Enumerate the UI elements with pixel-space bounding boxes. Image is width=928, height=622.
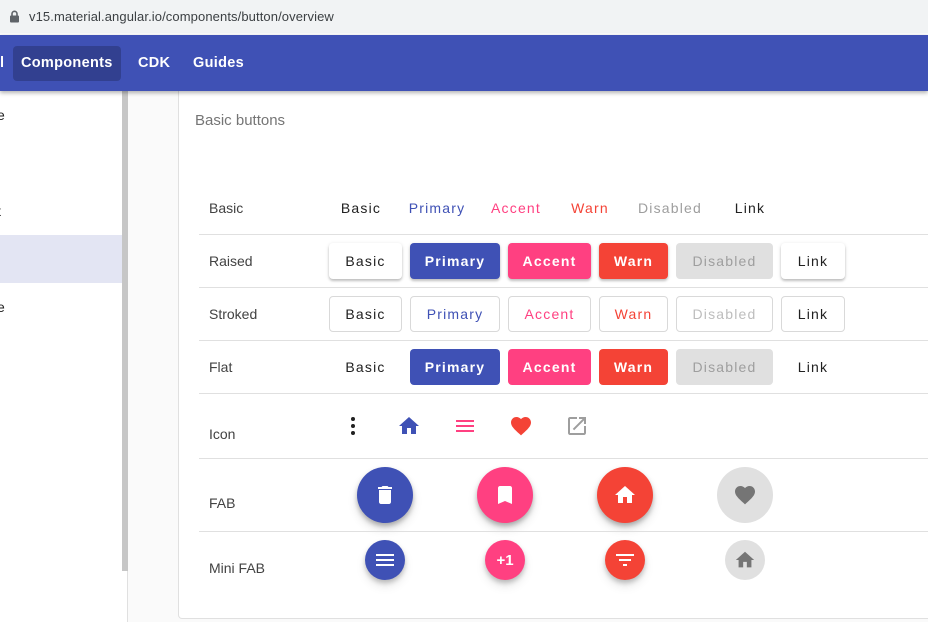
nav-item-cut[interactable]: l (0, 46, 12, 81)
flat-basic-button[interactable]: Basic (329, 349, 402, 385)
browser-address-bar[interactable]: v15.material.angular.io/components/butto… (0, 0, 928, 33)
sidebar-item-label: t (0, 203, 1, 219)
raised-accent-button[interactable]: Accent (508, 243, 591, 279)
flat-primary-button[interactable]: Primary (410, 349, 500, 385)
row-label-flat: Flat (209, 359, 233, 375)
sidebar-item[interactable]: e (0, 283, 122, 331)
favorite-icon (735, 486, 755, 505)
basic-primary-button[interactable]: Primary (399, 190, 475, 226)
delete-icon (378, 486, 392, 504)
stroked-basic-button[interactable]: Basic (329, 296, 402, 332)
stroked-accent-button[interactable]: Accent (508, 296, 591, 332)
row-label-icon: Icon (209, 426, 236, 442)
sidebar-item[interactable]: e (0, 91, 122, 139)
home-icon (735, 551, 755, 568)
row-divider (199, 531, 928, 532)
icon-more-button[interactable] (333, 406, 373, 446)
sidebar-item-active[interactable] (0, 235, 122, 283)
bookmark-icon (498, 486, 512, 504)
lock-icon (10, 10, 19, 23)
icon-favorite-button[interactable] (501, 406, 541, 446)
card-title: Basic buttons (195, 112, 286, 129)
flat-accent-button[interactable]: Accent (508, 349, 591, 385)
icon-menu-button[interactable] (445, 406, 485, 446)
icon-open-in-new-button (557, 406, 597, 446)
row-label-raised: Raised (209, 253, 253, 269)
open-in-new-icon (568, 417, 586, 435)
row-label-mini-fab: Mini FAB (209, 560, 266, 576)
stroked-warn-button[interactable]: Warn (599, 296, 668, 332)
row-label-basic: Basic (209, 200, 244, 216)
menu-icon (456, 420, 474, 432)
basic-disabled-button: Disabled (637, 200, 703, 216)
sidebar-item-label: e (0, 299, 5, 315)
home-icon (399, 417, 419, 434)
basic-link-button[interactable]: Link (725, 190, 775, 226)
sidebar-item[interactable]: t (0, 187, 122, 235)
raised-link-button[interactable]: Link (781, 243, 845, 279)
mini-fab-plus-one-button[interactable]: +1 (485, 540, 525, 580)
top-navigation: l Components CDK Guides (0, 35, 928, 91)
basic-warn-button[interactable]: Warn (561, 190, 619, 226)
stroked-link-button[interactable]: Link (781, 296, 845, 332)
row-divider (199, 458, 928, 459)
mini-fab-home-button-disabled (725, 540, 765, 580)
row-divider (199, 234, 928, 235)
row-label-stroked: Stroked (209, 306, 258, 322)
nav-item-guides[interactable]: Guides (185, 46, 252, 81)
flat-link-button[interactable]: Link (781, 349, 845, 385)
basic-basic-button[interactable]: Basic (330, 190, 392, 226)
sidebar-scrollbar[interactable] (122, 91, 128, 571)
row-divider (199, 340, 928, 341)
row-divider (199, 287, 928, 288)
fab-home-button[interactable] (597, 467, 653, 523)
favorite-icon (511, 417, 531, 436)
more-vert-icon (351, 417, 355, 435)
mini-fab-menu-button[interactable] (365, 540, 405, 580)
raised-primary-button[interactable]: Primary (410, 243, 500, 279)
menu-icon (376, 554, 394, 566)
home-icon (615, 486, 635, 503)
fab-bookmark-button[interactable] (477, 467, 533, 523)
sidebar-item-label: e (0, 107, 5, 123)
row-divider (199, 393, 928, 394)
raised-basic-button[interactable]: Basic (329, 243, 402, 279)
row-label-fab: FAB (209, 495, 236, 511)
plus-one-icon: +1 (496, 551, 514, 569)
sidebar: e t e (0, 91, 128, 622)
nav-item-cdk[interactable]: CDK (130, 46, 178, 81)
flat-warn-button[interactable]: Warn (599, 349, 668, 385)
mini-fab-filter-button[interactable] (605, 540, 645, 580)
browser-url[interactable]: v15.material.angular.io/components/butto… (29, 9, 334, 24)
raised-warn-button[interactable]: Warn (599, 243, 668, 279)
fab-delete-button[interactable] (357, 467, 413, 523)
stroked-disabled-button: Disabled (676, 296, 773, 332)
flat-disabled-button: Disabled (676, 349, 773, 385)
stroked-primary-button[interactable]: Primary (410, 296, 500, 332)
filter-list-icon (616, 554, 634, 566)
nav-item-components[interactable]: Components (13, 46, 121, 81)
icon-home-button[interactable] (389, 406, 429, 446)
raised-disabled-button: Disabled (676, 243, 773, 279)
fab-favorite-button-disabled (717, 467, 773, 523)
basic-accent-button[interactable]: Accent (481, 190, 551, 226)
